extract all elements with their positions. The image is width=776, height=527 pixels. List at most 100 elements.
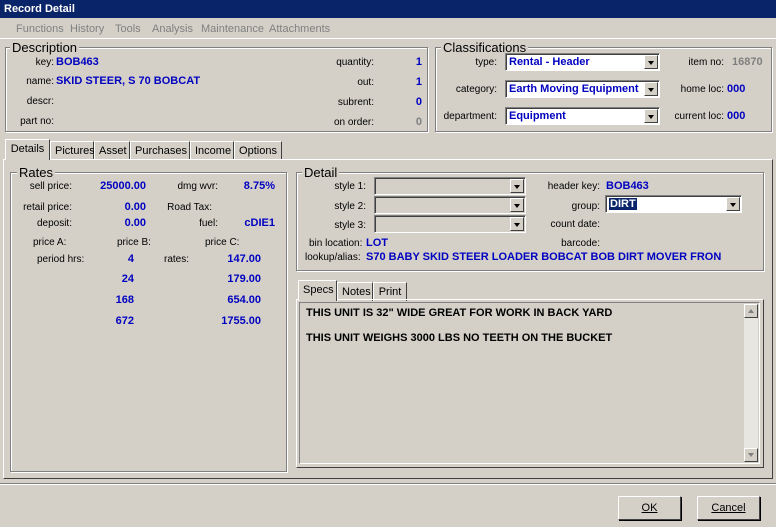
chevron-down-icon[interactable] [644,109,658,123]
scroll-down-icon[interactable] [744,448,758,462]
header-key-label: header key: [547,181,600,192]
tab-options[interactable]: Options [234,141,282,160]
department-value: Equipment [509,110,566,122]
ok-button[interactable]: OK [618,496,681,520]
specs-line-1: THIS UNIT IS 32" WIDE GREAT FOR WORK IN … [306,307,613,319]
department-select[interactable]: Equipment [505,107,660,125]
style1-select[interactable] [374,177,526,195]
style2-select[interactable] [374,196,526,214]
category-select[interactable]: Earth Moving Equipment [505,80,660,98]
deposit-label: deposit: [36,218,72,229]
type-value: Rental - Header [509,56,590,68]
retail-price-value[interactable]: 0.00 [76,201,146,213]
itemno-label: item no: [688,57,724,68]
lookup-alias-value[interactable]: S70 BABY SKID STEER LOADER BOBCAT BOB DI… [366,251,762,263]
cancel-button[interactable]: Cancel [697,496,760,520]
department-label: department: [443,111,497,122]
footer-separator [0,483,776,485]
onorder-value: 0 [415,116,422,128]
style2-label: style 2: [334,201,366,212]
specs-scrollbar[interactable] [744,304,758,462]
fuel-value[interactable]: cDIE1 [222,217,275,229]
deposit-value[interactable]: 0.00 [76,217,146,229]
rate-value[interactable]: 654.00 [200,294,261,306]
menu-bar: Functions History Tools Analysis Mainten… [0,19,776,39]
homeloc-value[interactable]: 000 [727,83,745,95]
road-tax-label: Road Tax: [167,202,212,213]
group-select[interactable]: DIRT [605,195,742,213]
menu-history[interactable]: History [70,23,104,35]
chevron-down-icon[interactable] [510,198,524,212]
description-title: Description [10,40,80,55]
tab-pictures[interactable]: Pictures [50,141,95,160]
chevron-down-icon[interactable] [726,197,740,211]
currentloc-label: current loc: [674,111,724,122]
out-label: out: [357,77,374,88]
type-select[interactable]: Rental - Header [505,53,660,71]
rates-label: rates: [164,254,190,265]
window-title: Record Detail [0,0,776,18]
period-hrs-label: period hrs: [37,254,85,265]
period-hrs-value[interactable]: 672 [96,315,134,327]
bin-location-value[interactable]: LOT [366,237,388,249]
menu-attachments[interactable]: Attachments [269,23,330,35]
group-value: DIRT [609,198,637,210]
menu-maintenance[interactable]: Maintenance [201,23,264,35]
category-value: Earth Moving Equipment [509,83,639,95]
price-c-label: price C: [205,237,240,248]
period-hrs-value[interactable]: 4 [96,253,134,265]
bin-location-label: bin location: [309,238,363,249]
name-value[interactable]: SKID STEER, S 70 BOBCAT [56,75,200,87]
tab-purchases[interactable]: Purchases [130,141,190,160]
group-label: group: [571,201,600,212]
chevron-down-icon[interactable] [510,217,524,231]
fuel-label: fuel: [199,218,218,229]
chevron-down-icon[interactable] [644,82,658,96]
name-label: name: [26,76,54,87]
menu-tools[interactable]: Tools [115,23,141,35]
style1-label: style 1: [334,181,366,192]
dmg-wvr-label: dmg wvr: [177,181,218,192]
barcode-label: barcode: [561,238,600,249]
rate-value[interactable]: 147.00 [200,253,261,265]
homeloc-label: home loc: [680,84,724,95]
type-label: type: [475,57,497,68]
key-value[interactable]: BOB463 [56,56,99,68]
tab-specs[interactable]: Specs [298,280,337,301]
tab-asset[interactable]: Asset [94,141,130,160]
currentloc-value[interactable]: 000 [727,110,745,122]
subrent-label: subrent: [337,97,374,108]
style3-select[interactable] [374,215,526,233]
period-hrs-value[interactable]: 168 [96,294,134,306]
tab-income[interactable]: Income [190,141,234,160]
tab-details[interactable]: Details [5,139,50,160]
descr-label: descr: [26,96,54,107]
price-a-label: price A: [33,237,67,248]
header-key-value[interactable]: BOB463 [606,180,649,192]
style3-label: style 3: [334,220,366,231]
itemno-value: 16870 [732,56,763,68]
partno-label: part no: [20,116,54,127]
chevron-down-icon[interactable] [510,179,524,193]
count-date-label: count date: [550,219,600,230]
quantity-value: 1 [415,56,422,68]
dmg-wvr-value[interactable]: 8.75% [222,180,275,192]
menu-analysis[interactable]: Analysis [152,23,193,35]
scroll-up-icon[interactable] [744,304,758,318]
rate-value[interactable]: 179.00 [200,273,261,285]
out-value: 1 [415,76,422,88]
specs-line-2: THIS UNIT WEIGHS 3000 LBS NO TEETH ON TH… [306,332,613,344]
quantity-label: quantity: [336,57,374,68]
rates-title: Rates [17,165,55,180]
chevron-down-icon[interactable] [644,55,658,69]
rate-value[interactable]: 1755.00 [200,315,261,327]
detail-title: Detail [302,165,340,180]
sell-price-value[interactable]: 25000.00 [76,180,146,192]
price-b-label: price B: [117,237,151,248]
menu-functions[interactable]: Functions [16,23,64,35]
onorder-label: on order: [333,117,374,128]
specs-textarea[interactable]: THIS UNIT IS 32" WIDE GREAT FOR WORK IN … [299,302,760,464]
retail-price-label: retail price: [23,202,72,213]
period-hrs-value[interactable]: 24 [96,273,134,285]
key-label: key: [35,57,54,68]
